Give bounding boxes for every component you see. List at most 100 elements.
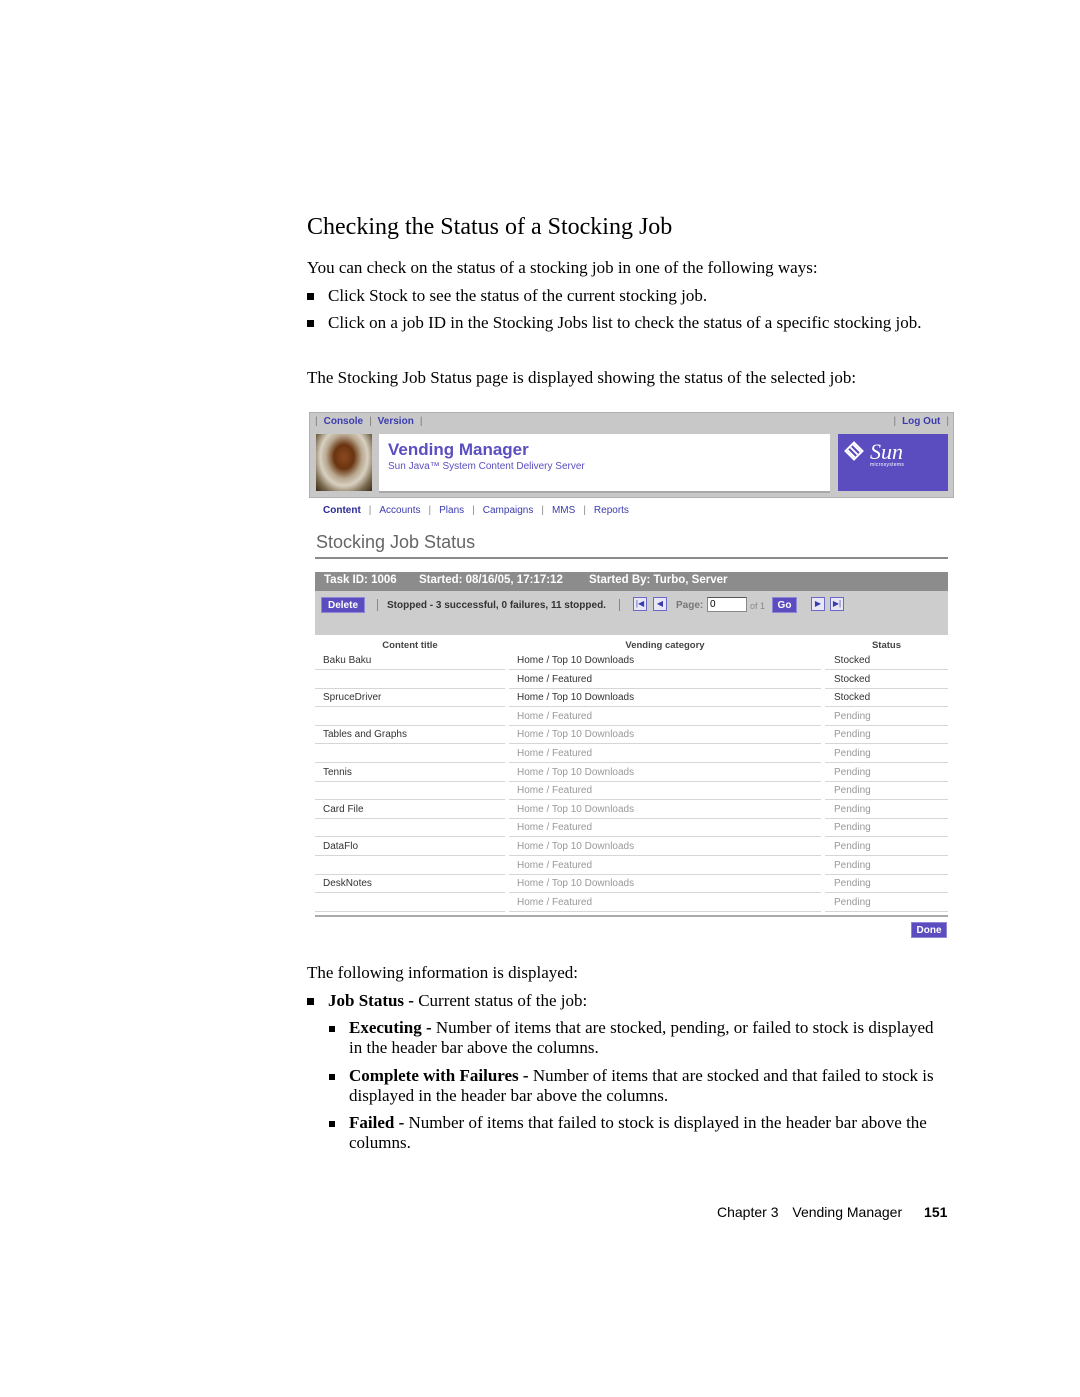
column-header-content-title: Content title — [382, 640, 438, 651]
table-row: Home / Featured Pending — [315, 708, 948, 727]
bullet-square-icon — [307, 320, 314, 327]
content-title-cell[interactable]: Tennis — [315, 764, 505, 782]
go-button[interactable]: Go — [772, 597, 797, 613]
content-title-cell — [315, 745, 505, 763]
app-screenshot: | Console | Version | | Log Out | Vending Mana… — [309, 412, 954, 942]
table-row: DataFlo Home / Top 10 Downloads Pending — [315, 838, 948, 857]
task-started: Started: 08/16/05, 17:17:12 — [419, 574, 563, 586]
content-title-cell — [315, 671, 505, 689]
content-title-cell[interactable]: DeskNotes — [315, 875, 505, 894]
app-subtitle: Sun Java™ System Content Delivery Server — [388, 461, 585, 472]
content-title-cell[interactable]: Baku Baku — [315, 652, 505, 670]
vending-category-cell: Home / Top 10 Downloads — [509, 726, 821, 745]
table-row: Card File Home / Top 10 Downloads Pending — [315, 801, 948, 820]
table-row: DeskNotes Home / Top 10 Downloads Pending — [315, 875, 948, 894]
vending-category-cell: Home / Top 10 Downloads — [509, 801, 821, 819]
bullet-square-icon — [329, 1026, 335, 1032]
bullet-square-icon — [329, 1074, 335, 1080]
page-heading: Stocking Job Status — [316, 532, 476, 552]
content-title-cell — [315, 819, 505, 838]
intro-paragraph: You can check on the status of a stockin… — [307, 258, 818, 277]
first-page-icon[interactable]: |◀ — [633, 597, 647, 611]
page-footer: Chapter 3 Vending Manager 151 — [717, 1204, 947, 1220]
status-cell: Pending — [825, 857, 948, 875]
top-links-right: | Log Out | — [893, 416, 949, 427]
bullet-square-icon — [307, 998, 314, 1005]
done-button[interactable]: Done — [911, 922, 947, 938]
bullet-square-icon — [307, 293, 314, 300]
task-id: Task ID: 1006 — [324, 574, 397, 586]
content-title-cell[interactable]: DataFlo — [315, 838, 505, 856]
vending-category-cell: Home / Featured — [509, 745, 821, 763]
info-item-job-status: Job Status - Current status of the job: — [307, 991, 952, 1011]
sun-logo: Sun microsystems — [838, 434, 948, 491]
nav-campaigns[interactable]: Campaigns — [483, 505, 534, 516]
vending-category-cell: Home / Featured — [509, 782, 821, 801]
task-started-by: Started By: Turbo, Server — [589, 574, 728, 586]
status-cell: Stocked — [825, 652, 948, 670]
vending-category-cell: Home / Top 10 Downloads — [509, 689, 821, 708]
main-nav: Content | Accounts | Plans | Campaigns | MMS | Rep… — [323, 505, 629, 516]
vending-category-cell: Home / Top 10 Downloads — [509, 838, 821, 856]
delete-button[interactable]: Delete — [321, 597, 365, 613]
version-link[interactable]: Version — [378, 416, 414, 427]
status-cell: Pending — [825, 745, 948, 763]
nav-content[interactable]: Content — [323, 505, 361, 516]
next-page-icon[interactable]: ▶ — [811, 597, 825, 611]
page-number-input[interactable] — [707, 597, 747, 612]
following-paragraph: The following information is displayed: — [307, 963, 579, 982]
column-header-vending-category: Vending category — [625, 640, 705, 651]
nav-plans[interactable]: Plans — [439, 505, 464, 516]
top-links-left: | Console | Version | — [315, 416, 423, 427]
app-title-box: Vending Manager Sun Java™ System Content… — [379, 434, 830, 493]
status-cell: Pending — [825, 726, 948, 745]
vending-category-cell: Home / Featured — [509, 819, 821, 838]
content-title-cell[interactable]: Tables and Graphs — [315, 726, 505, 745]
logout-link[interactable]: Log Out — [902, 416, 940, 427]
status-cell: Stocked — [825, 689, 948, 708]
console-link[interactable]: Console — [324, 416, 363, 427]
status-cell: Pending — [825, 764, 948, 782]
table-row: Tables and Graphs Home / Top 10 Downloads… — [315, 726, 948, 745]
prev-page-icon[interactable]: ◀ — [653, 597, 667, 611]
page-number: 151 — [924, 1204, 948, 1220]
info-item-executing: Executing - Number of items that are sto… — [329, 1018, 949, 1058]
content-title-cell — [315, 857, 505, 875]
status-cell: Stocked — [825, 671, 948, 689]
nav-mms[interactable]: MMS — [552, 505, 575, 516]
section-title: Checking the Status of a Stocking Job — [307, 214, 673, 240]
table-row: Home / Featured Pending — [315, 857, 948, 876]
table-row: Home / Featured Pending — [315, 819, 948, 838]
vending-category-cell: Home / Top 10 Downloads — [509, 652, 821, 670]
vending-category-cell: Home / Featured — [509, 894, 821, 912]
sun-diamond-icon — [844, 441, 864, 461]
vending-category-cell: Home / Featured — [509, 671, 821, 689]
action-bar: Delete Stopped - 3 successful, 0 failure… — [315, 591, 948, 635]
bullet-item: Click Stock to see the status of the cur… — [307, 286, 952, 306]
content-title-cell — [315, 782, 505, 801]
product-photo — [316, 434, 372, 491]
table-row: Home / Featured Pending — [315, 782, 948, 801]
table-row: SpruceDriver Home / Top 10 Downloads Stock… — [315, 689, 948, 708]
table-row: Home / Featured Pending — [315, 894, 948, 913]
page-count: of 1 — [750, 601, 766, 611]
status-cell: Pending — [825, 838, 948, 856]
last-page-icon[interactable]: ▶| — [830, 597, 844, 611]
content-title-cell[interactable]: SpruceDriver — [315, 689, 505, 708]
job-status-text: Stopped - 3 successful, 0 failures, 11 s… — [387, 600, 606, 611]
divider — [619, 599, 620, 611]
content-title-cell — [315, 894, 505, 912]
lead-in-paragraph: The Stocking Job Status page is displaye… — [307, 368, 857, 387]
table-row: Home / Featured Pending — [315, 745, 948, 764]
divider — [377, 599, 378, 611]
content-title-cell[interactable]: Card File — [315, 801, 505, 819]
vending-category-cell: Home / Featured — [509, 857, 821, 875]
nav-reports[interactable]: Reports — [594, 505, 629, 516]
nav-accounts[interactable]: Accounts — [379, 505, 420, 516]
status-cell: Pending — [825, 708, 948, 726]
vending-category-cell: Home / Top 10 Downloads — [509, 875, 821, 894]
content-title-cell — [315, 708, 505, 726]
footer-section: Vending Manager — [792, 1204, 903, 1220]
info-item-complete-with-failures: Complete with Failures - Number of items… — [329, 1066, 949, 1106]
footer-chapter: Chapter 3 — [717, 1204, 779, 1220]
